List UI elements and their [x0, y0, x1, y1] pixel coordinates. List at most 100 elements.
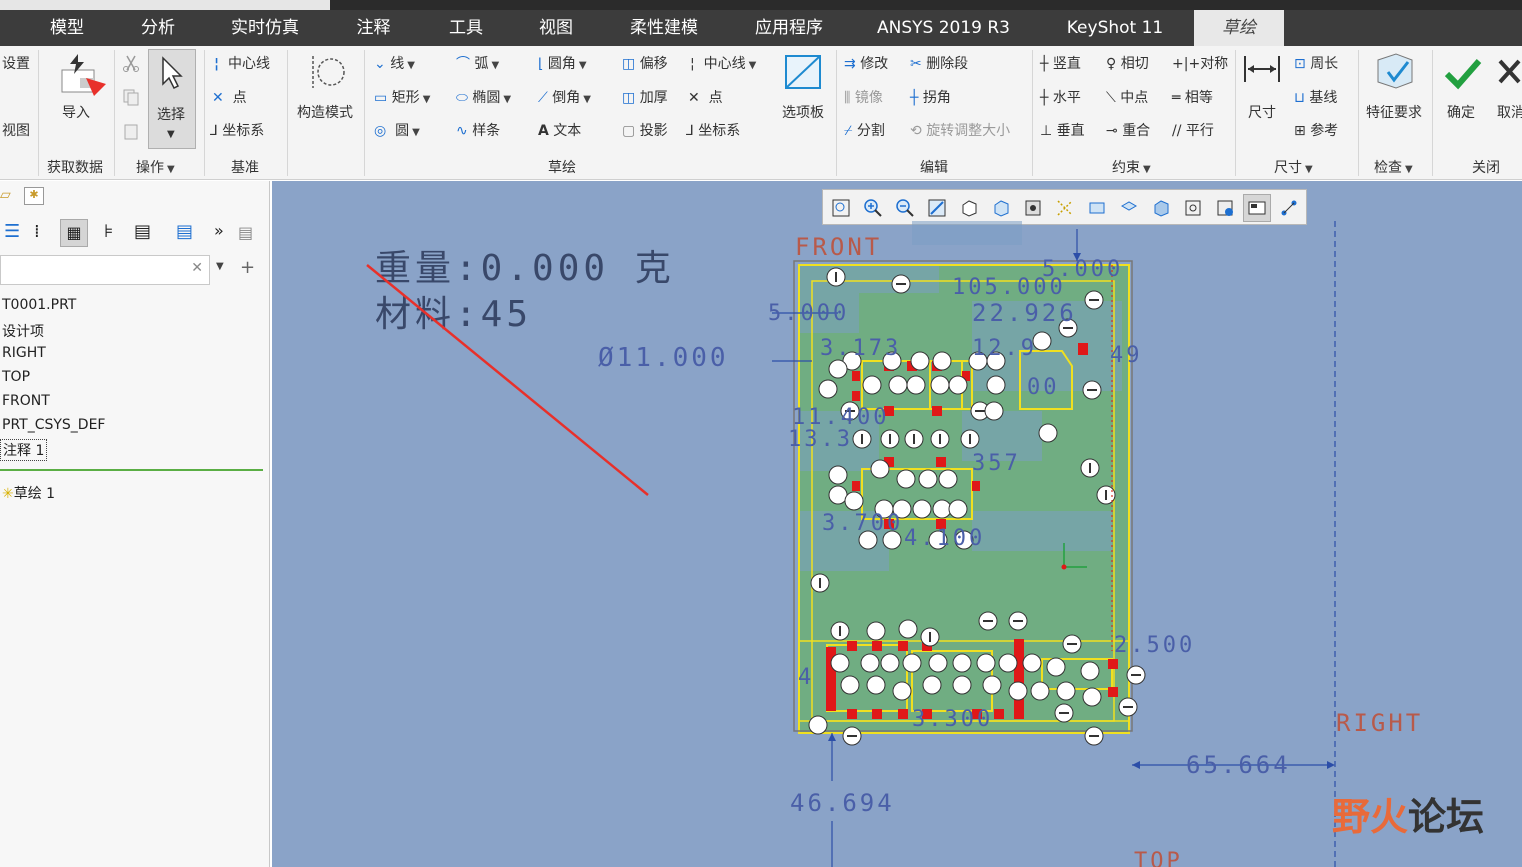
copy-icon[interactable] [122, 88, 140, 106]
more-chevron-icon[interactable]: » [214, 221, 224, 240]
feature-requirements-button[interactable]: 特征要求 [1366, 104, 1422, 122]
equal-constraint-button[interactable]: ═ 相等 [1172, 89, 1213, 107]
setup-button[interactable]: 设置 [2, 55, 30, 73]
perpendicular-constraint-button[interactable]: ⊥ 垂直 [1040, 122, 1085, 140]
dim-3300[interactable]: 3.300 [912, 707, 993, 732]
tab-analysis[interactable]: 分析 [112, 10, 204, 46]
dim-22926[interactable]: 22.926 [972, 299, 1077, 327]
chamfer-button[interactable]: ⟋ 倒角 ▼ [538, 89, 591, 109]
cut-icon[interactable] [122, 54, 140, 72]
ok-button[interactable]: 确定 [1447, 104, 1475, 122]
datum-csys-button[interactable]: ⅃ 坐标系 [210, 122, 264, 140]
favorites-icon[interactable]: ✱ [24, 187, 44, 205]
tree-item-design-items[interactable]: 设计项 [2, 321, 44, 341]
dim-5-left[interactable]: 5.000 [768, 301, 849, 326]
group-constrain[interactable]: 约束 ▼ [1112, 157, 1151, 177]
tab-keyshot[interactable]: KeyShot 11 [1036, 10, 1194, 46]
dim-49[interactable]: 49 [1110, 343, 1143, 368]
add-icon[interactable]: + [240, 257, 255, 278]
construction-mode-button[interactable]: 构造模式 [297, 104, 353, 122]
tree-display-icon[interactable]: ▤ [176, 221, 193, 242]
coincident-constraint-button[interactable]: ⊸ 重合 [1106, 122, 1150, 140]
delete-segment-button[interactable]: ✂ 删除段 [910, 55, 968, 73]
vertical-constraint-button[interactable]: ┼ 竖直 [1040, 55, 1081, 73]
offset-button[interactable]: ◫ 偏移 [622, 55, 668, 73]
rotate-resize-button[interactable]: ⟲ 旋转调整大小 [910, 122, 1010, 140]
dim-4[interactable]: 4 [798, 665, 814, 690]
corner-button[interactable]: ┼ 拐角 [910, 89, 951, 107]
select-button[interactable]: 选择 ▼ [148, 49, 196, 149]
tab-view[interactable]: 视图 [511, 10, 601, 46]
dimension-button[interactable]: 尺寸 [1248, 104, 1276, 122]
dim-5-top[interactable]: 5.000 [1042, 257, 1123, 282]
dim-129[interactable]: 12.9 [972, 336, 1037, 361]
tree-list-icon[interactable]: ☰ [4, 221, 20, 242]
tab-applications[interactable]: 应用程序 [727, 10, 851, 46]
search-dropdown-icon[interactable]: ▼ [216, 261, 224, 272]
datum-right-label[interactable]: RIGHT [1336, 709, 1423, 737]
dim-00[interactable]: 00 [1027, 375, 1060, 400]
dim-3700[interactable]: 3.700 [822, 511, 903, 536]
dim-4100[interactable]: 4.100 [904, 526, 985, 551]
group-inspect[interactable]: 检查 ▼ [1374, 157, 1413, 177]
dim-65664[interactable]: 65.664 [1186, 751, 1291, 779]
spline-button[interactable]: ∿ 样条 [456, 122, 500, 140]
divide-button[interactable]: ⌿ 分割 [844, 122, 885, 140]
reference-button[interactable]: ⊞ 参考 [1294, 122, 1338, 140]
group-dimension[interactable]: 尺寸 ▼ [1274, 157, 1313, 177]
datum-top-label[interactable]: TOP [1134, 849, 1183, 867]
sketch-view-button[interactable]: 视图 [2, 122, 30, 140]
thicken-button[interactable]: ◫ 加厚 [622, 89, 668, 107]
circle-button[interactable]: ◎ 圆 ▼ [374, 122, 420, 142]
baseline-button[interactable]: ⊔ 基线 [1294, 89, 1337, 107]
dim-2500[interactable]: 2.500 [1114, 633, 1195, 658]
mirror-button[interactable]: ⫼ 镜像 [844, 89, 883, 107]
tree-item-sketch[interactable]: ✳草绘 1 [2, 483, 55, 503]
dim-3173[interactable]: 3.173 [820, 336, 901, 361]
tree-item-part[interactable]: T0001.PRT [2, 297, 76, 313]
sketch-centerline-button[interactable]: ¦ 中心线 ▼ [690, 55, 756, 75]
ellipse-button[interactable]: ⬭ 椭圆 ▼ [456, 89, 511, 109]
symmetric-constraint-button[interactable]: +|+对称 [1172, 55, 1228, 73]
tree-columns-icon[interactable]: ▦ [60, 219, 88, 247]
tree-item-annotation[interactable]: 注释 1 [0, 439, 48, 461]
tab-sketch[interactable]: 草绘 [1194, 10, 1284, 46]
tree-item-csys[interactable]: PRT_CSYS_DEF [2, 417, 105, 433]
cancel-button[interactable]: 取消 [1497, 104, 1522, 122]
dim-diameter[interactable]: Ø11.000 [598, 343, 729, 373]
tree-item-right[interactable]: RIGHT [2, 345, 46, 361]
datum-front-label[interactable]: FRONT [795, 233, 882, 261]
midpoint-constraint-button[interactable]: ⟍ 中点 [1106, 89, 1148, 107]
folder-icon[interactable]: ▱ [0, 187, 11, 203]
arc-button[interactable]: ⌒ 弧 ▼ [456, 55, 499, 75]
tree-item-top[interactable]: TOP [2, 369, 30, 385]
project-button[interactable]: ▢ 投影 [622, 122, 668, 140]
text-button[interactable]: A 文本 [538, 122, 581, 140]
tree-expand-icon[interactable]: ⁞ [34, 221, 40, 242]
perimeter-button[interactable]: ⊡ 周长 [1294, 55, 1338, 73]
tree-settings-icon[interactable]: ▤ [134, 221, 151, 242]
tree-filter-icon[interactable]: ⊧ [104, 221, 113, 242]
dim-133[interactable]: 13.3 [788, 427, 853, 452]
tab-simulation[interactable]: 实时仿真 [204, 10, 326, 46]
fillet-button[interactable]: ⌊ 圆角 ▼ [538, 55, 587, 75]
tree-search-input[interactable]: ✕ [0, 255, 210, 285]
tree-notes-icon[interactable]: ▤ [238, 223, 253, 242]
datum-point-button[interactable]: ✕ 点 [212, 89, 247, 107]
dim-46694[interactable]: 46.694 [790, 789, 895, 817]
palette-button[interactable]: 选项板 [782, 104, 824, 122]
horizontal-constraint-button[interactable]: ┼ 水平 [1040, 89, 1081, 107]
tree-item-front[interactable]: FRONT [2, 393, 50, 409]
parallel-constraint-button[interactable]: // 平行 [1172, 122, 1214, 140]
group-operations[interactable]: 操作 ▼ [136, 157, 175, 177]
modify-button[interactable]: ⇉ 修改 [844, 55, 888, 73]
tab-tools[interactable]: 工具 [421, 10, 511, 46]
tab-flexible-modeling[interactable]: 柔性建模 [601, 10, 727, 46]
dim-357[interactable]: 357 [972, 451, 1021, 476]
line-button[interactable]: ⌄ 线 ▼ [374, 55, 415, 75]
rectangle-button[interactable]: ▭ 矩形 ▼ [374, 89, 430, 109]
sketch-point-button[interactable]: ✕ 点 [688, 89, 723, 107]
tangent-constraint-button[interactable]: ♀ 相切 [1106, 55, 1149, 73]
graphics-canvas[interactable]: 重量:0.000 克 材料:45 FRONT RIGHT TOP 105.000… [272, 181, 1522, 867]
tab-ansys[interactable]: ANSYS 2019 R3 [851, 10, 1036, 46]
